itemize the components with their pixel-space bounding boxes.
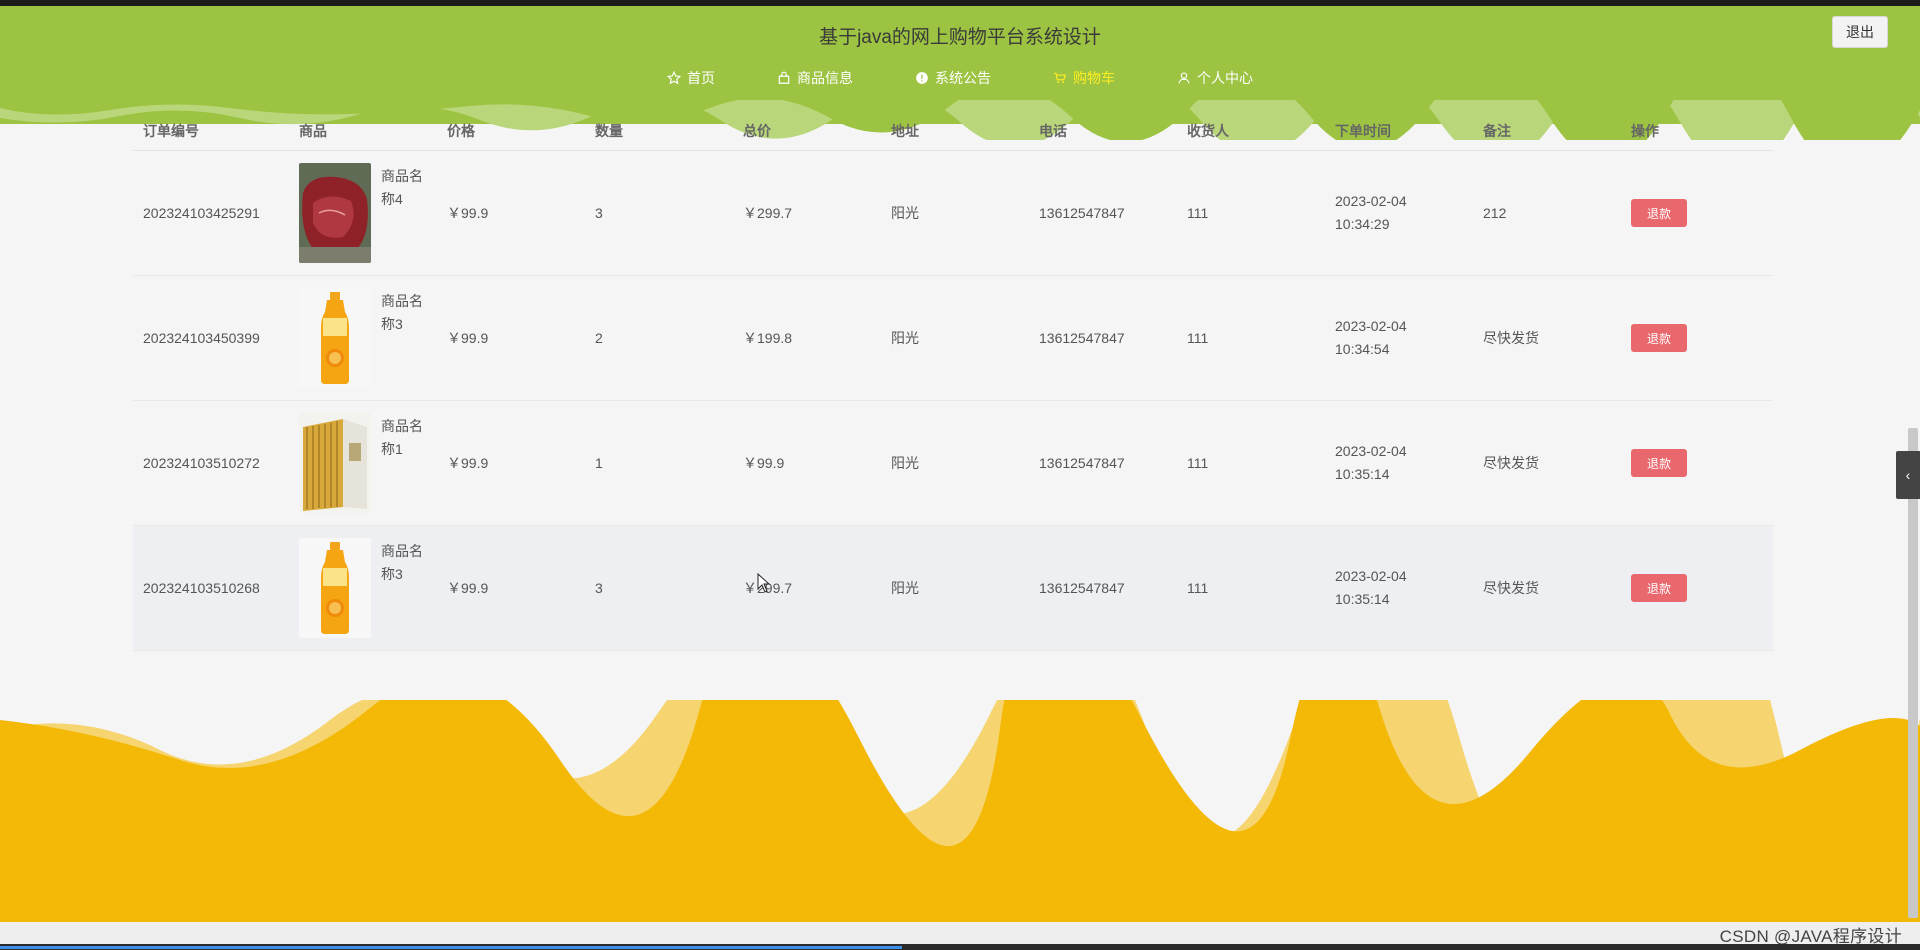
scrollbar-thumb[interactable]	[1908, 428, 1918, 918]
phone: 13612547847	[1039, 205, 1125, 221]
total-price: ￥199.8	[743, 330, 793, 346]
order-time: 2023-02-04 10:35:14	[1335, 568, 1407, 607]
column-header: 操作	[1631, 123, 1659, 139]
column-header: 数量	[595, 123, 623, 139]
price: ￥99.9	[447, 455, 489, 471]
order-number: 202324103510272	[143, 455, 260, 471]
note: 尽快发货	[1483, 455, 1539, 471]
column-header: 订单编号	[143, 123, 199, 139]
phone: 13612547847	[1039, 580, 1125, 596]
product-cell: 商品名称3	[289, 538, 437, 638]
column-header: 价格	[447, 123, 475, 139]
book-set-image	[299, 413, 371, 513]
orange-juice-image	[299, 288, 371, 388]
note: 尽快发货	[1483, 580, 1539, 596]
quantity: 2	[595, 330, 603, 346]
footer-waves	[0, 700, 1920, 922]
bag-icon	[778, 71, 790, 84]
site-title: 基于java的网上购物平台系统设计	[819, 27, 1101, 48]
receiver: 111	[1187, 455, 1209, 471]
nav-label-cart: 购物车	[1073, 70, 1115, 86]
column-header: 备注	[1483, 123, 1511, 139]
quantity: 3	[595, 205, 603, 221]
side-panel-toggle[interactable]: ‹	[1896, 451, 1920, 499]
table-header: 订单编号 商品 价格 数量 总价 地址 电话 收货人 下单时间 备注 操作	[133, 112, 1773, 151]
refund-button[interactable]: 退款	[1631, 574, 1687, 602]
refund-button[interactable]: 退款	[1631, 449, 1687, 477]
product-name: 商品名称4	[381, 168, 423, 207]
note: 212	[1483, 205, 1507, 221]
info-circle-icon	[916, 72, 928, 84]
order-time: 2023-02-04 10:35:14	[1335, 443, 1407, 482]
nav-label-profile: 个人中心	[1197, 70, 1253, 86]
address: 阳光	[891, 330, 919, 346]
main-nav: 首页 商品信息 系统公告 购物车 个人中心	[0, 68, 1920, 88]
logout-button[interactable]: 退出	[1832, 16, 1888, 48]
mouse-cursor-icon	[757, 573, 771, 593]
nav-label-products: 商品信息	[797, 70, 853, 86]
star-icon	[667, 71, 681, 85]
column-header: 下单时间	[1335, 123, 1391, 139]
receiver: 111	[1187, 580, 1209, 596]
table-row: 202324103425291 商品名称4 ￥99.9 3 ￥299.7 阳光 …	[133, 151, 1773, 276]
nav-label-home: 首页	[687, 70, 715, 86]
product-cell: 商品名称1	[289, 413, 437, 513]
chevron-left-icon: ‹	[1905, 467, 1911, 483]
order-number: 202324103510268	[143, 580, 260, 596]
product-cell: 商品名称4	[289, 163, 437, 263]
column-header: 电话	[1039, 123, 1067, 139]
receiver: 111	[1187, 205, 1209, 221]
user-icon	[1178, 72, 1190, 84]
total-price: ￥299.7	[743, 580, 793, 596]
product-name: 商品名称3	[381, 293, 423, 332]
receiver: 111	[1187, 330, 1209, 346]
nav-item-products[interactable]: 商品信息	[777, 68, 853, 88]
column-header: 地址	[891, 123, 919, 139]
orange-juice-image	[299, 538, 371, 638]
column-header: 收货人	[1187, 123, 1229, 139]
table-row: 202324103450399 商品名称3 ￥99.9 2 ￥199.8 阳光 …	[133, 276, 1773, 401]
order-number: 202324103425291	[143, 205, 260, 221]
product-name: 商品名称1	[381, 418, 423, 457]
column-header: 商品	[299, 123, 327, 139]
order-time: 2023-02-04 10:34:29	[1335, 193, 1407, 232]
product-name: 商品名称3	[381, 543, 423, 582]
price: ￥99.9	[447, 205, 489, 221]
phone: 13612547847	[1039, 330, 1125, 346]
total-price: ￥99.9	[743, 455, 785, 471]
price: ￥99.9	[447, 580, 489, 596]
quantity: 1	[595, 455, 603, 471]
progress-fill	[0, 946, 903, 949]
orders-table: 订单编号 商品 价格 数量 总价 地址 电话 收货人 下单时间 备注 操作 20…	[133, 112, 1773, 651]
total-price: ￥299.7	[743, 205, 793, 221]
order-time: 2023-02-04 10:34:54	[1335, 318, 1407, 357]
nav-item-home[interactable]: 首页	[667, 68, 715, 88]
phone: 13612547847	[1039, 455, 1125, 471]
quantity: 3	[595, 580, 603, 596]
video-progress-bar[interactable]	[0, 944, 1920, 950]
nav-item-cart[interactable]: 购物车	[1053, 68, 1115, 88]
column-header: 总价	[743, 123, 771, 139]
refund-button[interactable]: 退款	[1631, 324, 1687, 352]
beef-image	[299, 163, 371, 263]
nav-item-profile[interactable]: 个人中心	[1177, 68, 1253, 88]
cart-icon	[1054, 72, 1067, 84]
note: 尽快发货	[1483, 330, 1539, 346]
address: 阳光	[891, 580, 919, 596]
nav-item-announcements[interactable]: 系统公告	[915, 68, 991, 88]
table-row: 202324103510272 商品名称1 ￥99.9 1 ￥99.9 阳光 1…	[133, 401, 1773, 526]
table-row: 202324103510268 商品名称3 ￥99.9 3 ￥299.7 阳光 …	[133, 526, 1773, 651]
product-cell: 商品名称3	[289, 288, 437, 388]
address: 阳光	[891, 205, 919, 221]
refund-button[interactable]: 退款	[1631, 199, 1687, 227]
address: 阳光	[891, 455, 919, 471]
order-number: 202324103450399	[143, 330, 260, 346]
price: ￥99.9	[447, 330, 489, 346]
nav-label-announcements: 系统公告	[935, 70, 991, 86]
